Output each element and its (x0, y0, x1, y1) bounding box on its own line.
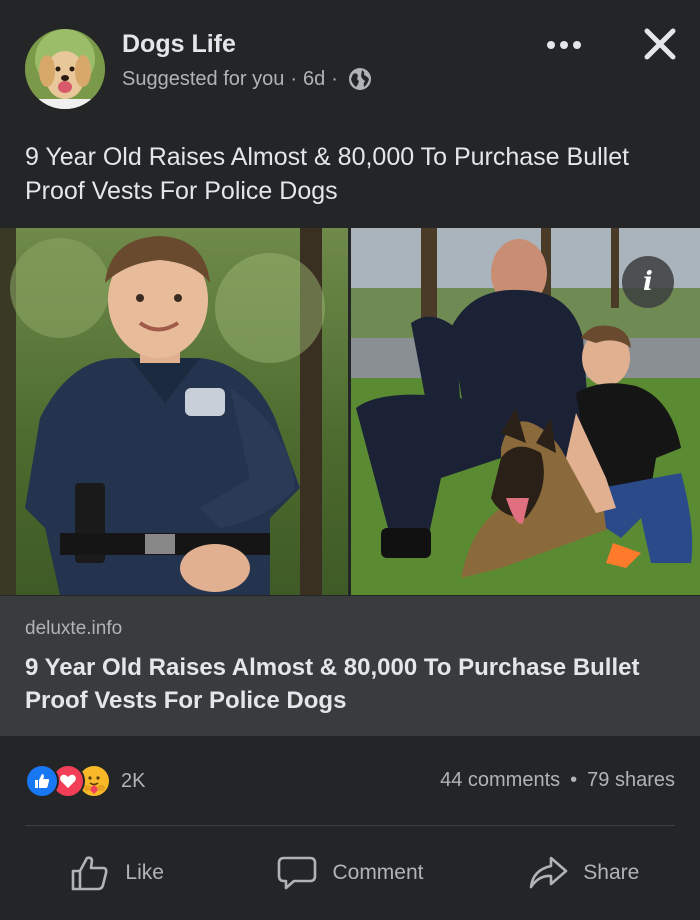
comment-label: Comment (332, 861, 424, 884)
thumbs-up-icon (72, 856, 108, 891)
dog-avatar-image (25, 29, 105, 109)
share-label: Share (583, 861, 640, 884)
shares-count[interactable]: 79 shares (587, 769, 675, 792)
post-actions: Like Comment Share (0, 826, 700, 920)
link-title: 9 Year Old Raises Almost & 80,000 To Pur… (25, 654, 640, 714)
post-meta: Suggested for you · 6d · (122, 67, 372, 91)
more-options-icon (547, 41, 581, 49)
info-button[interactable]: i (622, 256, 674, 308)
like-button[interactable]: Like (0, 826, 233, 920)
share-arrow-icon (529, 856, 568, 889)
post-image-left[interactable] (0, 228, 348, 595)
page-avatar[interactable] (25, 29, 105, 109)
meta-separator: · (331, 67, 338, 90)
counts-separator: • (570, 769, 578, 791)
comment-button[interactable]: Comment (233, 826, 466, 920)
more-options-button[interactable] (544, 30, 584, 60)
boy-in-police-uniform-image (0, 228, 348, 595)
link-preview[interactable]: deluxte.info 9 Year Old Raises Almost & … (0, 596, 700, 736)
page-name[interactable]: Dogs Life (122, 30, 236, 59)
suggested-label: Suggested for you (122, 67, 285, 90)
info-icon: i (643, 267, 653, 297)
engagement-counts: 44 comments • 79 shares (440, 769, 675, 792)
like-label: Like (125, 861, 164, 884)
close-button[interactable] (640, 24, 680, 64)
post-caption: 9 Year Old Raises Almost & 80,000 To Pur… (25, 143, 630, 205)
reaction-count: 2K (121, 769, 146, 792)
comments-count[interactable]: 44 comments (440, 769, 560, 792)
meta-separator: · (290, 67, 298, 90)
like-reaction-icon (25, 764, 59, 798)
post-header: Dogs Life Suggested for you · 6d · (0, 0, 700, 120)
feed-post: Dogs Life Suggested for you · 6d · 9 Yea… (0, 0, 700, 920)
post-time[interactable]: 6d (303, 68, 325, 91)
globe-icon (348, 68, 371, 90)
reactions-summary[interactable]: 2K (25, 764, 145, 798)
link-domain: deluxte.info (25, 618, 123, 639)
comment-bubble-icon (278, 856, 317, 890)
share-button[interactable]: Share (467, 826, 700, 920)
close-icon (644, 28, 676, 60)
